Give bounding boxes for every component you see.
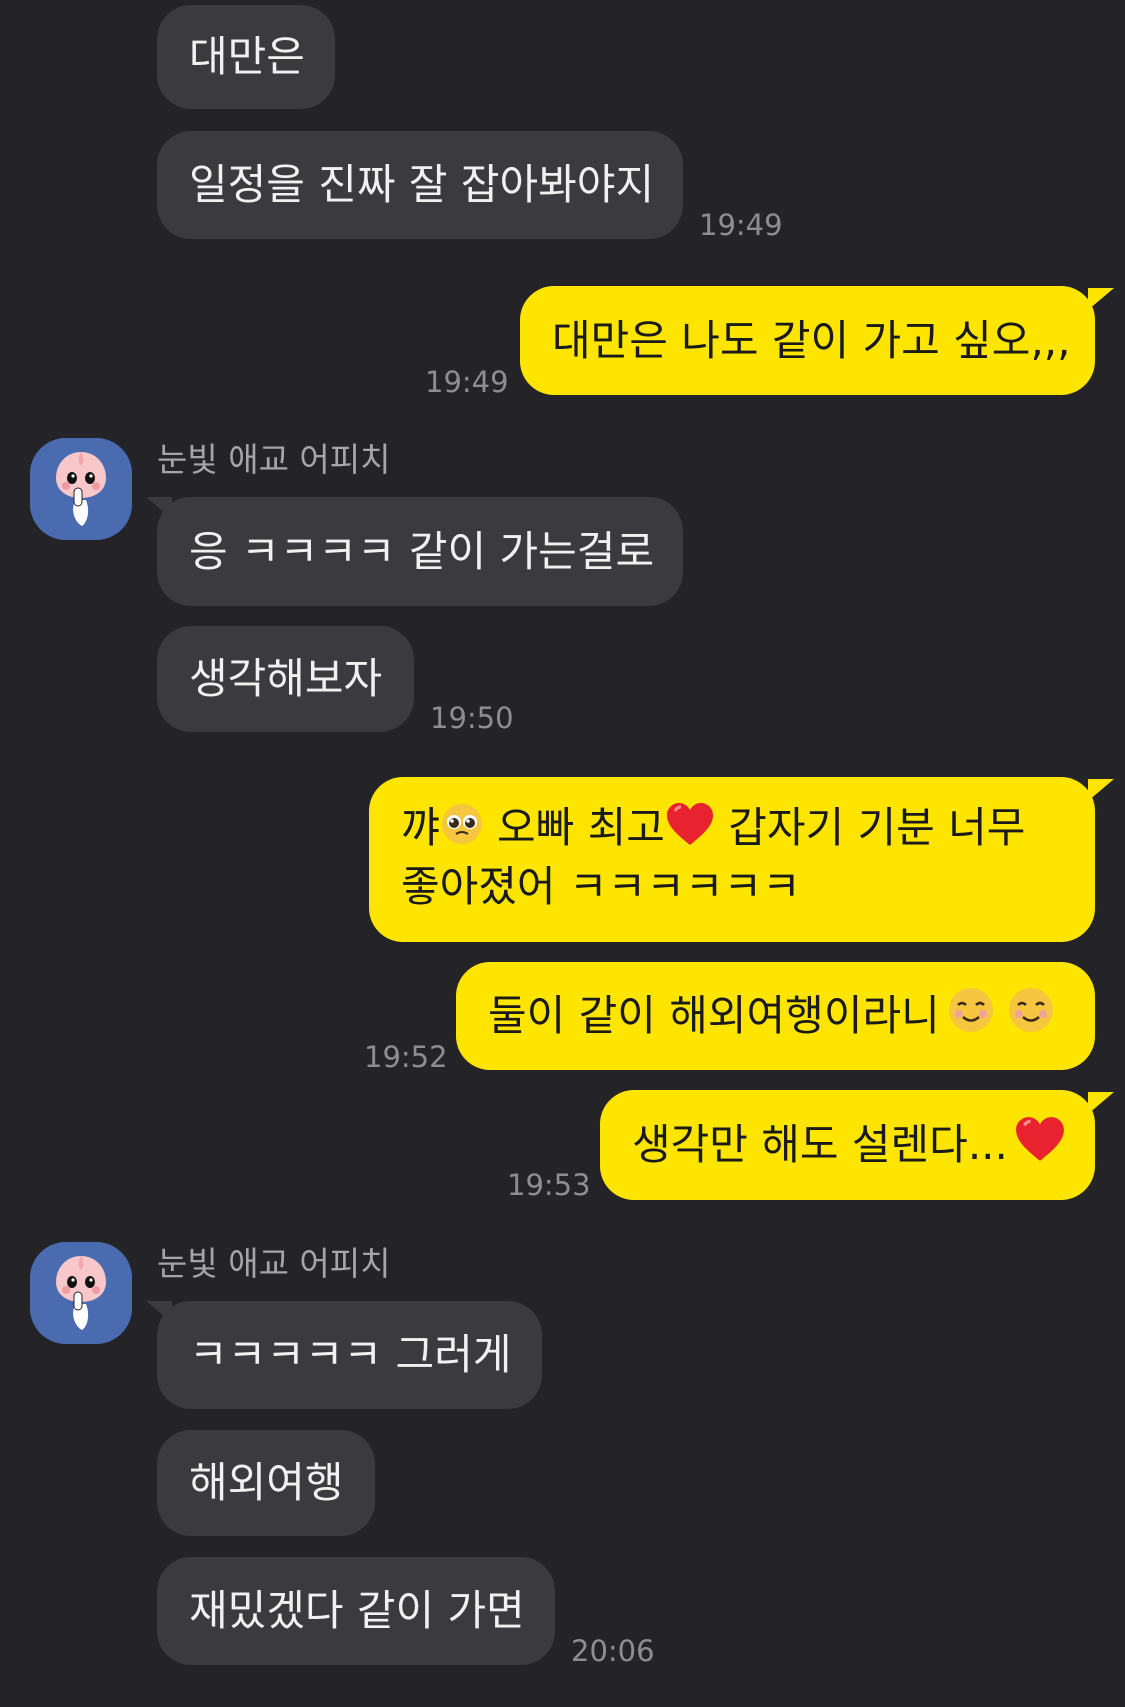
outgoing-message-bubble[interactable]: 둘이 같이 해외여행이라니 xyxy=(456,962,1095,1070)
red-heart-icon xyxy=(665,801,715,860)
message-line: 꺄 오빠 최고 갑자기 기분 너무 xyxy=(401,777,1063,860)
message-text: 갑자기 기분 너무 xyxy=(714,803,1026,852)
incoming-message-bubble[interactable]: 해외여행 xyxy=(157,1430,375,1536)
message-timestamp: 19:50 xyxy=(430,701,514,735)
sender-name: 눈빛 애교 어피치 xyxy=(157,440,391,479)
message-text: ㅋㅋㅋㅋㅋ 그러게 xyxy=(189,1330,512,1379)
sender-name: 눈빛 애교 어피치 xyxy=(157,1244,391,1283)
sender-avatar[interactable] xyxy=(30,438,132,540)
message-text: 일정을 진짜 잘 잡아봐야지 xyxy=(189,160,655,209)
chat-room[interactable]: 대만은 일정을 진짜 잘 잡아봐야지 19:49 대만은 나도 같이 가고 싶오… xyxy=(0,0,1125,1707)
pleading-face-icon xyxy=(440,802,484,859)
message-timestamp: 19:53 xyxy=(507,1168,591,1202)
message-text: 대만은 나도 같이 가고 싶오,,, xyxy=(552,315,1071,365)
outgoing-bubble-tail xyxy=(1088,1092,1114,1114)
apeach-avatar-icon xyxy=(30,438,132,540)
message-text: 생각해보자 xyxy=(189,654,383,703)
message-text: 해외여행 xyxy=(189,1458,344,1507)
incoming-message-bubble[interactable]: 재밌겠다 같이 가면 xyxy=(157,1557,555,1665)
message-timestamp: 20:06 xyxy=(571,1634,655,1668)
message-text: 꺄 xyxy=(401,803,440,852)
outgoing-message-bubble[interactable]: 생각만 해도 설렌다... xyxy=(600,1090,1095,1200)
sender-avatar[interactable] xyxy=(30,1242,132,1344)
smiling-face-icon xyxy=(946,985,996,1048)
message-timestamp: 19:49 xyxy=(699,208,783,242)
outgoing-bubble-tail xyxy=(1088,779,1114,801)
red-heart-icon xyxy=(1014,1115,1066,1176)
message-text: 생각만 해도 설렌다... xyxy=(632,1120,1008,1169)
incoming-message-bubble[interactable]: 응 ㅋㅋㅋㅋ 같이 가는걸로 xyxy=(157,497,683,606)
message-text: 응 ㅋㅋㅋㅋ 같이 가는걸로 xyxy=(189,526,655,576)
outgoing-message-bubble[interactable]: 대만은 나도 같이 가고 싶오,,, xyxy=(520,286,1095,395)
outgoing-bubble-tail xyxy=(1088,288,1114,310)
incoming-message-bubble[interactable]: 일정을 진짜 잘 잡아봐야지 xyxy=(157,131,683,239)
message-timestamp: 19:49 xyxy=(425,365,509,399)
apeach-avatar-icon xyxy=(30,1242,132,1344)
incoming-message-bubble[interactable]: ㅋㅋㅋㅋㅋ 그러게 xyxy=(157,1301,542,1409)
message-timestamp: 19:52 xyxy=(364,1040,448,1074)
message-text: 오빠 최고 xyxy=(483,803,665,852)
outgoing-message-bubble[interactable]: 꺄 오빠 최고 갑자기 기분 너무 좋아졌어 ㅋㅋㅋㅋㅋㅋ xyxy=(369,777,1095,942)
incoming-message-bubble[interactable]: 대만은 xyxy=(157,5,335,109)
message-text: 대만은 xyxy=(189,32,305,81)
message-line: 좋아졌어 ㅋㅋㅋㅋㅋㅋ xyxy=(401,860,1063,914)
message-text: 둘이 같이 해외여행이라니 xyxy=(488,991,940,1040)
message-text: 좋아졌어 ㅋㅋㅋㅋㅋㅋ xyxy=(401,862,801,911)
message-text: 재밌겠다 같이 가면 xyxy=(189,1586,525,1635)
smiling-face-icon xyxy=(1006,985,1056,1048)
incoming-message-bubble[interactable]: 생각해보자 xyxy=(157,626,414,732)
